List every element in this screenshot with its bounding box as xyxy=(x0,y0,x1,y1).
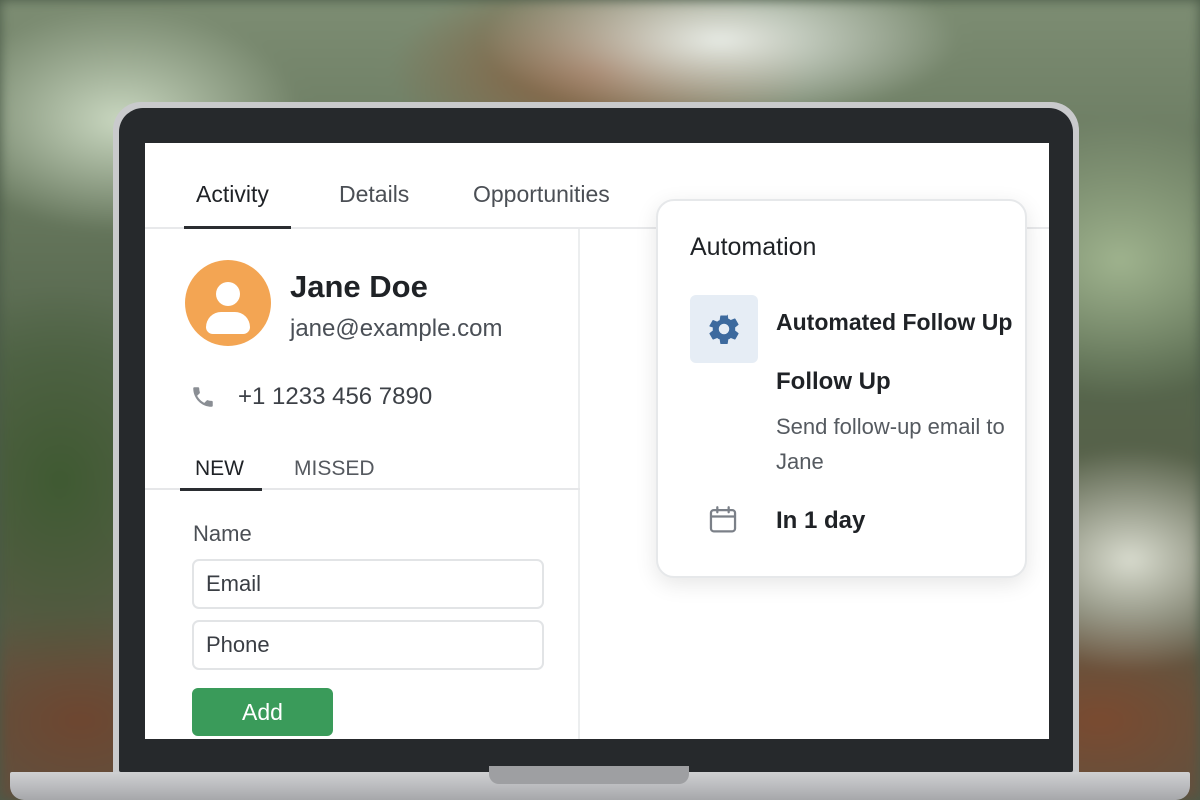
user-avatar-icon xyxy=(185,260,271,346)
phone-icon xyxy=(193,387,213,407)
call-tabs: NEW MISSED xyxy=(145,447,580,491)
step-description: Send follow-up email to Jane xyxy=(776,414,1005,474)
tab-new[interactable]: NEW xyxy=(195,457,244,481)
contact-phone[interactable]: +1 1233 456 7890 xyxy=(238,383,432,411)
contact-email[interactable]: jane@example.com xyxy=(290,315,502,343)
add-button[interactable]: Add xyxy=(192,688,333,736)
automation-icon-tile xyxy=(690,295,758,363)
tab-opportunities[interactable]: Opportunities xyxy=(473,181,610,208)
avatar-head xyxy=(216,282,240,306)
automation-card: Automation Automated Follow Up Follow Up… xyxy=(656,199,1027,578)
contact-panel: Jane Doe jane@example.com +1 1233 456 78… xyxy=(145,229,580,739)
email-field[interactable] xyxy=(192,559,544,609)
tab-activity[interactable]: Activity xyxy=(196,181,269,208)
schedule-text: In 1 day xyxy=(776,507,866,534)
phone-field[interactable] xyxy=(192,620,544,670)
tab-missed[interactable]: MISSED xyxy=(294,457,375,481)
step-title: Follow Up xyxy=(776,368,891,395)
automation-title: Automation xyxy=(690,233,817,261)
active-subtab-indicator xyxy=(180,488,262,491)
contact-name: Jane Doe xyxy=(290,269,428,304)
avatar-body xyxy=(206,312,250,334)
automation-name[interactable]: Automated Follow Up xyxy=(776,309,1012,336)
tab-details[interactable]: Details xyxy=(339,181,409,208)
gear-icon xyxy=(709,314,739,345)
name-label: Name xyxy=(193,521,252,546)
laptop-notch xyxy=(489,766,689,784)
calendar-icon xyxy=(709,506,737,533)
